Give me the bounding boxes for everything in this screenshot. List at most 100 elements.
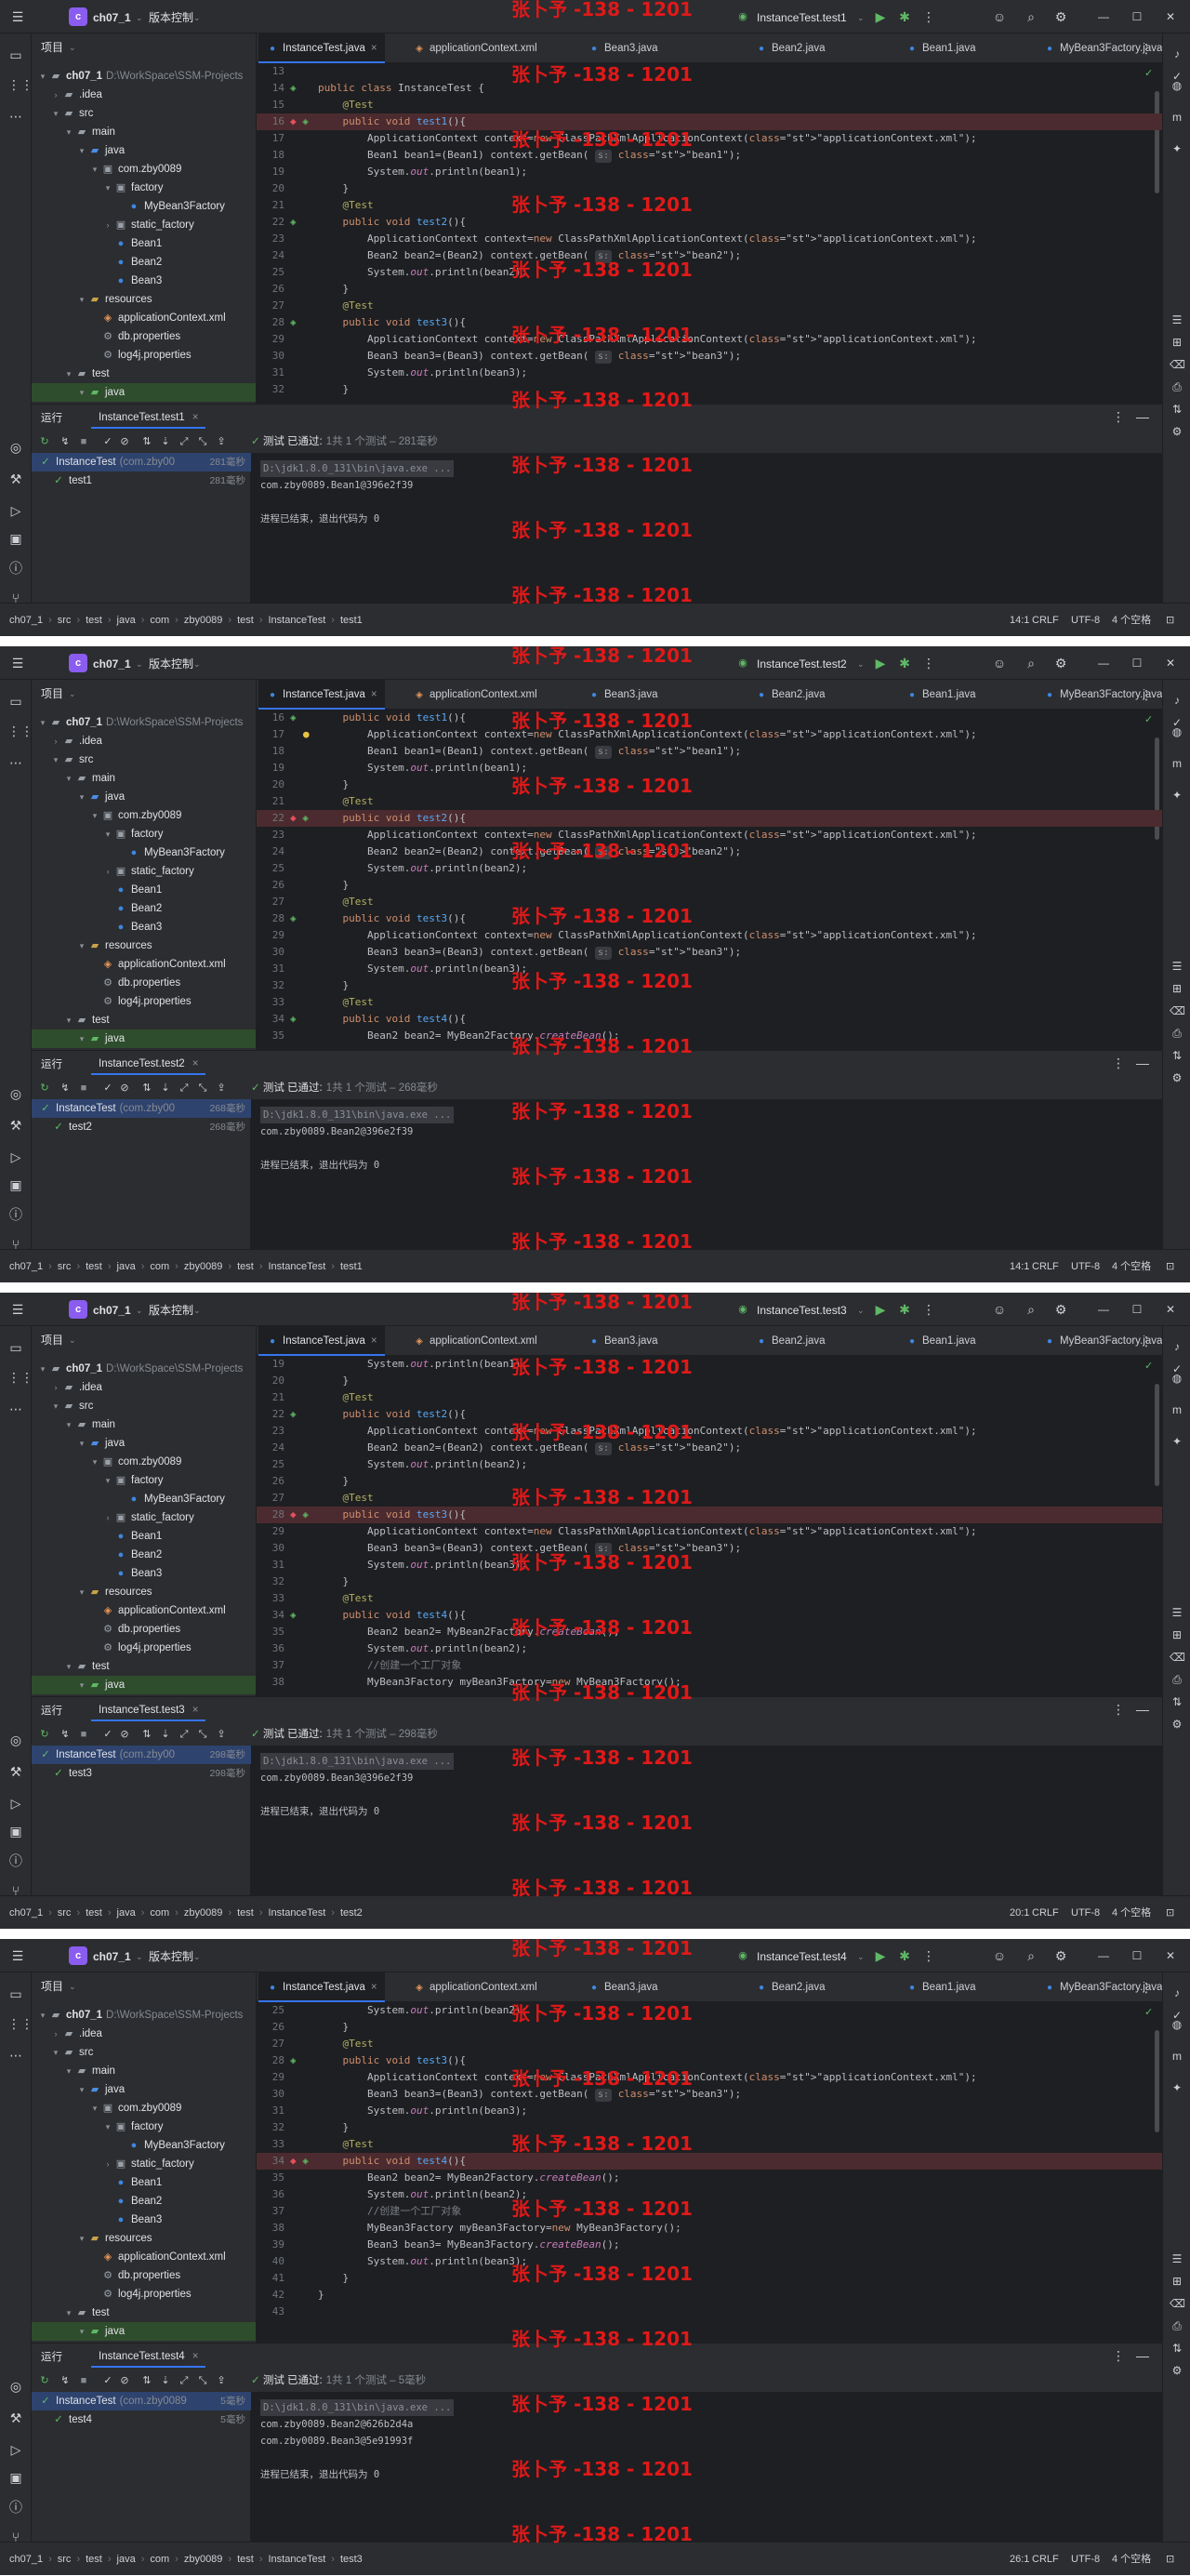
tree-item-bean1[interactable]: ● Bean1 xyxy=(32,881,256,899)
gear-small-icon[interactable]: ⚙ xyxy=(1170,1717,1184,1732)
terminal-icon[interactable]: ▣ xyxy=(7,2469,24,2486)
tree-item-com-zby0089[interactable]: ▾ ▣ com.zby0089 xyxy=(32,160,256,179)
breadcrumb-item[interactable]: test xyxy=(237,1261,254,1272)
close-run-tab-icon[interactable]: × xyxy=(192,2351,199,2362)
breadcrumb-item[interactable]: src xyxy=(58,615,72,626)
sort-duration-icon[interactable]: ⇣ xyxy=(158,434,173,449)
settings-gear-icon[interactable]: ⚙ xyxy=(1052,655,1069,671)
more-actions-icon[interactable]: ⋮ xyxy=(920,8,937,25)
tree-item-mybean3factory[interactable]: ● MyBean3Factory xyxy=(32,2136,256,2155)
breadcrumb-item[interactable]: ch07_1 xyxy=(9,1907,43,1919)
collapse-all-icon[interactable]: ⤡ xyxy=(195,2373,210,2388)
breakpoint-icon[interactable]: ◆ ◈ xyxy=(290,113,318,130)
tree-item-src[interactable]: ▾ ▰ src xyxy=(32,104,256,123)
tree-expand-arrow-icon[interactable]: ▾ xyxy=(63,365,74,383)
tree-item-db-properties[interactable]: ⚙ db.properties xyxy=(32,1620,256,1639)
build-icon[interactable]: ⚒ xyxy=(7,471,24,487)
tree-item-factory[interactable]: ▾ ▣ factory xyxy=(32,825,256,843)
stop-icon[interactable]: ■ xyxy=(76,1081,91,1095)
trash-icon[interactable]: ⌫ xyxy=(1170,2296,1185,2311)
cursor-position[interactable]: 26:1 xyxy=(1010,2552,1029,2567)
editor-tab-bean1-java[interactable]: ● Bean1.java xyxy=(898,33,984,63)
maximize-window-icon[interactable]: ☐ xyxy=(1129,655,1145,671)
run-tool-icon[interactable]: ▷ xyxy=(7,1149,24,1165)
settings-gear-icon[interactable]: ⚙ xyxy=(1052,1947,1069,1964)
tree-item-java[interactable]: ▾ ▰ java xyxy=(32,1029,256,1048)
plugins-icon[interactable]: ⋯ xyxy=(7,1401,24,1417)
expand-all-icon[interactable]: ⤢ xyxy=(177,2373,192,2388)
tree-expand-arrow-icon[interactable]: ▾ xyxy=(50,104,61,123)
tree-item-java[interactable]: ▾ ▰ java xyxy=(32,383,256,402)
ai-assistant-icon[interactable]: ✦ xyxy=(1170,788,1184,803)
tree-item--idea[interactable]: › ▰ .idea xyxy=(32,2025,256,2043)
breadcrumb-item[interactable]: test xyxy=(86,615,102,626)
debug-icon[interactable]: ✱ xyxy=(896,1301,913,1318)
tree-item-applicationcontext-xml[interactable]: ◈ applicationContext.xml xyxy=(32,1601,256,1620)
close-window-icon[interactable]: ✕ xyxy=(1162,1947,1179,1964)
mark-icon[interactable]: ✓ xyxy=(1170,69,1184,84)
tree-expand-arrow-icon[interactable]: ▾ xyxy=(89,806,100,825)
test-class-row[interactable]: ✓ InstanceTest (com.zby00 268毫秒 xyxy=(32,1099,251,1118)
tree-expand-arrow-icon[interactable]: ▾ xyxy=(76,788,87,806)
main-menu-icon[interactable]: ☰ xyxy=(9,1947,26,1964)
cursor-position[interactable]: 14:1 xyxy=(1010,1259,1029,1274)
mark-icon[interactable]: ✓ xyxy=(1170,715,1184,730)
breadcrumb-item[interactable]: InstanceTest xyxy=(269,1907,326,1919)
show-passed-icon[interactable]: ✓ xyxy=(100,2373,115,2388)
tree-item-static-factory[interactable]: › ▣ static_factory xyxy=(32,1508,256,1527)
editor-tab-bean2-java[interactable]: ● Bean2.java xyxy=(747,33,833,63)
settings-gear-icon[interactable]: ⚙ xyxy=(1052,1301,1069,1318)
close-tab-icon[interactable]: × xyxy=(371,1982,377,1993)
close-tab-icon[interactable]: × xyxy=(371,689,377,700)
rerun-failed-icon[interactable]: ↯ xyxy=(58,434,73,449)
show-passed-icon[interactable]: ✓ xyxy=(100,1727,115,1742)
services-icon[interactable]: ◎ xyxy=(7,2378,24,2395)
breadcrumb-item[interactable]: test xyxy=(237,615,254,626)
tree-item-log4j-properties[interactable]: ⚙ log4j.properties xyxy=(32,992,256,1011)
run-config-selector[interactable]: InstanceTest.test1 xyxy=(757,9,847,26)
tree-expand-arrow-icon[interactable]: ▾ xyxy=(76,2229,87,2248)
indent-setting[interactable]: 4 个空格 xyxy=(1112,1905,1151,1920)
tree-item-bean3[interactable]: ● Bean3 xyxy=(32,2211,256,2229)
maximize-window-icon[interactable]: ☐ xyxy=(1129,1301,1145,1318)
breakpoint-icon[interactable]: ◆ ◈ xyxy=(290,1507,318,1523)
breadcrumb-item[interactable]: com xyxy=(150,1261,169,1272)
breadcrumb-item[interactable]: zby0089 xyxy=(184,1261,223,1272)
run-config-tab[interactable]: InstanceTest.test2 × xyxy=(91,1053,206,1075)
tree-expand-arrow-icon[interactable]: ▾ xyxy=(76,2322,87,2341)
tree-expand-arrow-icon[interactable]: ▾ xyxy=(63,1011,74,1029)
breadcrumb-item[interactable]: src xyxy=(58,2554,72,2565)
tree-item-applicationcontext-xml[interactable]: ◈ applicationContext.xml xyxy=(32,309,256,327)
tree-item-db-properties[interactable]: ⚙ db.properties xyxy=(32,2266,256,2285)
breadcrumb-item[interactable]: test xyxy=(86,2554,102,2565)
tree-expand-arrow-icon[interactable]: ▾ xyxy=(63,2062,74,2080)
tree-expand-arrow-icon[interactable]: › xyxy=(50,86,61,104)
tree-expand-arrow-icon[interactable]: › xyxy=(102,216,113,234)
project-name-dropdown[interactable]: ch07_1 xyxy=(93,9,131,26)
test-method-row[interactable]: ✓ test3 298毫秒 xyxy=(32,1764,251,1783)
show-ignored-icon[interactable]: ⊘ xyxy=(117,1727,132,1742)
tree-item-bean3[interactable]: ● Bean3 xyxy=(32,918,256,936)
editor-tab-bean1-java[interactable]: ● Bean1.java xyxy=(898,680,984,710)
run-icon[interactable]: ▶ xyxy=(872,655,889,671)
test-method-row[interactable]: ✓ test2 268毫秒 xyxy=(32,1118,251,1136)
notifications-icon[interactable]: ♪ xyxy=(1170,46,1184,61)
maven-icon[interactable]: m xyxy=(1170,1402,1184,1417)
breadcrumb-item[interactable]: zby0089 xyxy=(184,1907,223,1919)
indent-setting[interactable]: 4 个空格 xyxy=(1112,1259,1151,1274)
gear-small-icon[interactable]: ⚙ xyxy=(1170,424,1184,439)
editor-tab-instancetest-java[interactable]: ● InstanceTest.java × xyxy=(258,680,385,710)
minimize-window-icon[interactable]: — xyxy=(1095,1947,1112,1964)
editor-tab-instancetest-java[interactable]: ● InstanceTest.java × xyxy=(258,1972,385,2002)
structure-icon[interactable]: ⋮⋮ xyxy=(7,723,33,739)
stop-icon[interactable]: ■ xyxy=(76,434,91,449)
editor-tab-applicationcontext-xml[interactable]: ◈ applicationContext.xml xyxy=(405,680,545,710)
maven-icon[interactable]: m xyxy=(1170,2049,1184,2064)
editor-tab-bean3-java[interactable]: ● Bean3.java xyxy=(580,33,666,63)
editor-tab-bean3-java[interactable]: ● Bean3.java xyxy=(580,1326,666,1356)
line-separator[interactable]: CRLF xyxy=(1032,1259,1059,1274)
tree-expand-arrow-icon[interactable]: ▾ xyxy=(37,1360,48,1378)
breadcrumb-item[interactable]: zby0089 xyxy=(184,615,223,626)
pin-icon[interactable]: ⊞ xyxy=(1170,2274,1184,2289)
tree-item-bean3[interactable]: ● Bean3 xyxy=(32,272,256,290)
